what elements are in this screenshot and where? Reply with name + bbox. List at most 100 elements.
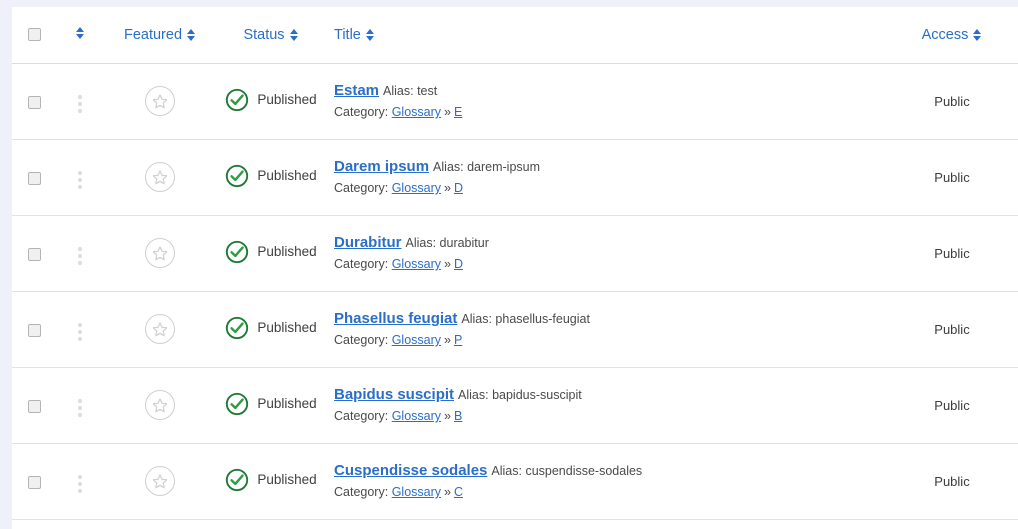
title-line: Darem ipsum Alias: darem-ipsum: [334, 158, 886, 176]
row-checkbox[interactable]: [27, 323, 41, 337]
status-sort-link[interactable]: Status: [243, 27, 298, 43]
row-access-cell: Public: [886, 215, 1018, 292]
category-label: Category:: [334, 105, 389, 119]
published-check-icon[interactable]: [225, 316, 249, 340]
article-alias: Alias: durabitur: [405, 236, 489, 250]
row-featured-cell: [104, 215, 216, 292]
category-line: Category: Glossary» E: [334, 104, 886, 120]
header-select-all-cell: [12, 7, 56, 64]
articles-table: Featured Status Title Access Published E…: [12, 7, 1018, 520]
row-title-cell: Phasellus feugiat Alias: phasellus-feugia…: [326, 291, 886, 368]
row-title-cell: Darem ipsum Alias: darem-ipsum Category: …: [326, 139, 886, 216]
table-body: Published Estam Alias: test Category: Glo…: [12, 63, 1018, 520]
row-title-cell: Bapidus suscipit Alias: bapidus-suscipit …: [326, 367, 886, 444]
row-checkbox[interactable]: [27, 171, 41, 185]
category-line: Category: Glossary» D: [334, 180, 886, 196]
row-checkbox[interactable]: [27, 95, 41, 109]
published-check-icon[interactable]: [225, 240, 249, 264]
drag-handle-icon[interactable]: [76, 169, 84, 191]
header-access-cell[interactable]: Access: [886, 7, 1018, 64]
subcategory-link[interactable]: P: [454, 333, 462, 347]
access-sort-link[interactable]: Access: [922, 27, 983, 43]
header-status-cell[interactable]: Status: [216, 7, 326, 64]
row-select-cell: [12, 367, 56, 444]
article-alias: Alias: cuspendisse-sodales: [491, 464, 643, 478]
row-order-cell: [56, 291, 104, 368]
article-title-link[interactable]: Darem ipsum: [334, 158, 429, 175]
row-select-cell: [12, 215, 56, 292]
category-link[interactable]: Glossary: [392, 181, 441, 195]
title-line: Bapidus suscipit Alias: bapidus-suscipit: [334, 386, 886, 404]
category-link[interactable]: Glossary: [392, 333, 441, 347]
category-separator: »: [444, 257, 451, 271]
row-status-cell: Published: [216, 367, 326, 444]
category-link[interactable]: Glossary: [392, 485, 441, 499]
article-alias: Alias: phasellus-feugiat: [461, 312, 590, 326]
table-row: Published Darem ipsum Alias: darem-ipsum …: [12, 139, 1018, 216]
title-sort-link[interactable]: Title: [334, 27, 375, 43]
star-outline-icon: [152, 321, 168, 337]
featured-toggle-button[interactable]: [145, 314, 175, 344]
status-label: Published: [257, 92, 317, 107]
featured-sort-link[interactable]: Featured: [124, 27, 196, 43]
drag-handle-icon[interactable]: [76, 245, 84, 267]
row-order-cell: [56, 215, 104, 292]
title-line: Cuspendisse sodales Alias: cuspendisse-so…: [334, 462, 886, 480]
category-label: Category:: [334, 333, 389, 347]
row-checkbox[interactable]: [27, 399, 41, 413]
subcategory-link[interactable]: B: [454, 409, 462, 423]
access-value: Public: [934, 93, 970, 109]
published-check-icon[interactable]: [225, 88, 249, 112]
featured-toggle-button[interactable]: [145, 238, 175, 268]
category-link[interactable]: Glossary: [392, 257, 441, 271]
featured-toggle-button[interactable]: [145, 86, 175, 116]
published-check-icon[interactable]: [225, 468, 249, 492]
row-checkbox[interactable]: [27, 475, 41, 489]
published-check-icon[interactable]: [225, 164, 249, 188]
featured-toggle-button[interactable]: [145, 466, 175, 496]
drag-handle-icon[interactable]: [76, 397, 84, 419]
subcategory-link[interactable]: E: [454, 105, 462, 119]
category-link[interactable]: Glossary: [392, 105, 441, 119]
header-title-cell[interactable]: Title: [326, 7, 886, 64]
drag-handle-icon[interactable]: [76, 93, 84, 115]
subcategory-link[interactable]: D: [454, 181, 463, 195]
article-title-link[interactable]: Cuspendisse sodales: [334, 462, 487, 479]
drag-dot: [78, 323, 82, 327]
header-featured-cell[interactable]: Featured: [104, 7, 216, 64]
header-ordering-cell[interactable]: [56, 7, 104, 64]
title-line: Estam Alias: test: [334, 82, 886, 100]
published-check-icon[interactable]: [225, 392, 249, 416]
article-title-link[interactable]: Bapidus suscipit: [334, 386, 454, 403]
row-select-cell: [12, 443, 56, 520]
category-link[interactable]: Glossary: [392, 409, 441, 423]
sort-arrows-icon: [289, 28, 299, 42]
article-title-link[interactable]: Phasellus feugiat: [334, 310, 457, 327]
star-outline-icon: [152, 93, 168, 109]
header-status-label: Status: [243, 26, 285, 43]
subcategory-link[interactable]: C: [454, 485, 463, 499]
drag-dot: [78, 185, 82, 189]
access-value: Public: [934, 397, 970, 413]
sort-arrows-icon: [187, 28, 196, 42]
status-label: Published: [257, 472, 317, 487]
status-group: Published: [225, 316, 317, 340]
category-separator: »: [444, 181, 451, 195]
category-label: Category:: [334, 257, 389, 271]
drag-handle-icon[interactable]: [76, 321, 84, 343]
articles-panel: Featured Status Title Access Published E…: [12, 7, 1018, 529]
table-row: Published Cuspendisse sodales Alias: cusp…: [12, 443, 1018, 520]
subcategory-link[interactable]: D: [454, 257, 463, 271]
ordering-sort-link[interactable]: [75, 26, 85, 40]
row-checkbox[interactable]: [27, 247, 41, 261]
article-title-link[interactable]: Durabitur: [334, 234, 402, 251]
featured-toggle-button[interactable]: [145, 162, 175, 192]
article-title-link[interactable]: Estam: [334, 82, 379, 99]
check-all-checkbox[interactable]: [27, 28, 41, 42]
article-alias: Alias: bapidus-suscipit: [458, 388, 582, 402]
drag-handle-icon[interactable]: [76, 473, 84, 495]
status-label: Published: [257, 244, 317, 259]
drag-dot: [78, 330, 82, 334]
featured-toggle-button[interactable]: [145, 390, 175, 420]
star-outline-icon: [152, 245, 168, 261]
